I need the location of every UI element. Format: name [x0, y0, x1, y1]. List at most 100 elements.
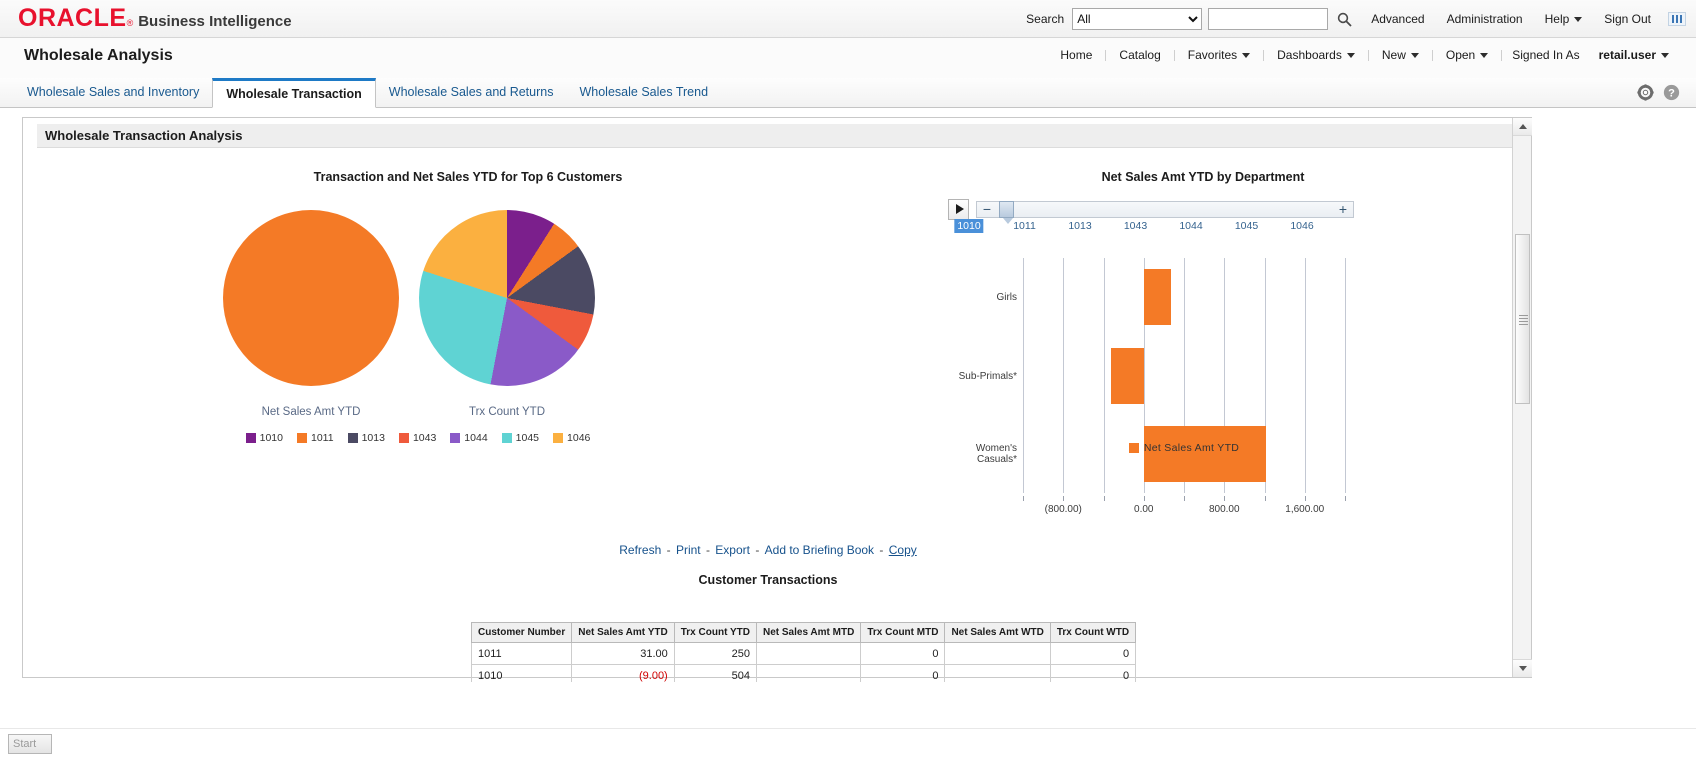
table-cell: 504: [673, 664, 758, 682]
slider-minus-button[interactable]: −: [980, 202, 994, 216]
table-column-header[interactable]: Net Sales Amt MTD: [755, 622, 862, 643]
bar-sub-primals[interactable]: [1110, 347, 1144, 404]
x-axis-tick: [1063, 496, 1065, 501]
play-icon[interactable]: [948, 198, 969, 220]
nav-dashboards[interactable]: Dashboards: [1264, 48, 1368, 62]
slider-tick-1013[interactable]: 1013: [1068, 220, 1091, 232]
scroll-down-button[interactable]: [1513, 659, 1532, 677]
oracle-trademark-icon: ®: [126, 18, 134, 28]
legend-item[interactable]: 1013: [347, 432, 385, 444]
legend-item[interactable]: 1045: [501, 432, 539, 444]
tab-wholesale-transaction[interactable]: Wholesale Transaction: [212, 78, 376, 108]
signed-in-user-menu[interactable]: retail.user: [1580, 48, 1682, 62]
search-input[interactable]: [1208, 8, 1329, 30]
panel-vertical-scrollbar[interactable]: [1512, 118, 1532, 677]
x-axis-label: (800.00): [1044, 504, 1082, 515]
slider-plus-button[interactable]: +: [1336, 202, 1350, 216]
chevron-down-icon: [1410, 53, 1419, 59]
sign-out-link[interactable]: Sign Out: [1593, 12, 1662, 26]
pie-chart-legend: 1010 1011 1013 1043 1044 1045 1046: [23, 432, 813, 444]
bar-category-label: Sub-Primals*: [958, 370, 1017, 382]
table-column-header[interactable]: Trx Count MTD: [860, 622, 946, 643]
search-label: Search: [1026, 12, 1065, 26]
scroll-grip-icon: [1519, 315, 1528, 325]
legend-item[interactable]: 1011: [296, 432, 334, 444]
nav-favorites[interactable]: Favorites: [1175, 48, 1263, 62]
table-column-header[interactable]: Net Sales Amt YTD: [571, 622, 675, 643]
table-title: Customer Transactions: [698, 573, 838, 587]
legend-item[interactable]: 1010: [245, 432, 283, 444]
help-menu[interactable]: Help: [1534, 12, 1594, 26]
legend-item[interactable]: 1043: [398, 432, 437, 444]
table-column-header[interactable]: Trx Count WTD: [1049, 622, 1137, 643]
slider-tick-1045[interactable]: 1045: [1235, 220, 1258, 232]
slider-tick-1010[interactable]: 1010: [954, 219, 984, 233]
department-slider[interactable]: − +: [976, 200, 1354, 224]
dashboard-content-panel: Wholesale Transaction Analysis Transacti…: [22, 117, 1532, 682]
pie-chart-canvas: Net Sales Amt YTD Trx Count YTD 1010 1011…: [23, 210, 913, 444]
action-link-print[interactable]: Print: [676, 543, 701, 557]
help-circle-icon[interactable]: ?: [1663, 84, 1680, 101]
chevron-down-icon: [1661, 53, 1669, 59]
slider-tick-1046[interactable]: 1046: [1290, 220, 1313, 232]
gridline: [1103, 258, 1105, 493]
legend-label: 1043: [412, 432, 437, 444]
global-header: ORACLE ® Business Intelligence Search Al…: [0, 0, 1696, 38]
advanced-link[interactable]: Advanced: [1360, 12, 1435, 26]
nav-open[interactable]: Open: [1433, 48, 1501, 62]
legend-swatch: [245, 433, 256, 443]
action-link-copy[interactable]: Copy: [889, 543, 917, 557]
table-column-header[interactable]: Customer Number: [470, 622, 573, 643]
department-slider-row: − +: [948, 198, 1483, 224]
section-header: Wholesale Transaction Analysis: [37, 124, 1523, 148]
pie-net-sales-amt-ytd[interactable]: [223, 210, 399, 386]
nav-new[interactable]: New: [1369, 48, 1432, 62]
nav-home[interactable]: Home: [1047, 48, 1105, 62]
search-icon[interactable]: [1332, 8, 1356, 30]
bar-girls[interactable]: [1143, 269, 1171, 326]
x-axis-tick: [1264, 496, 1266, 501]
pie-trx-count-ytd[interactable]: [419, 210, 595, 386]
tab-wholesale-sales-and-returns[interactable]: Wholesale Sales and Returns: [376, 78, 567, 107]
action-link-add-to-briefing-book[interactable]: Add to Briefing Book: [765, 543, 874, 557]
slider-tick-1011[interactable]: 1011: [1013, 220, 1036, 232]
desktop-taskbar: Start: [0, 728, 1696, 760]
slider-thumb[interactable]: [999, 200, 1014, 224]
legend-swatch: [296, 433, 307, 443]
tab-wholesale-sales-and-inventory[interactable]: Wholesale Sales and Inventory: [14, 78, 212, 107]
action-link-separator: -: [663, 543, 674, 557]
table-row[interactable]: 1010 (9.00) 504 0 0: [470, 664, 1137, 682]
search-scope-select[interactable]: All: [1072, 8, 1203, 30]
signed-in-label: Signed In As: [1512, 48, 1580, 62]
oracle-logo: ORACLE ® Business Intelligence: [18, 6, 292, 31]
administration-link[interactable]: Administration: [1436, 12, 1534, 26]
scroll-thumb[interactable]: [1515, 234, 1530, 404]
x-axis-label: 1,600.00: [1285, 504, 1325, 515]
table-row[interactable]: 1011 31.00 250 0 0: [470, 642, 1137, 665]
action-link-refresh[interactable]: Refresh: [619, 543, 661, 557]
x-axis-tick: [1023, 496, 1024, 501]
start-button[interactable]: Start: [8, 734, 52, 754]
signed-in-user: retail.user: [1598, 48, 1656, 62]
legend-item[interactable]: 1044: [450, 432, 488, 444]
gear-icon[interactable]: [1637, 84, 1654, 101]
legend-item[interactable]: 1046: [553, 432, 590, 444]
action-link-export[interactable]: Export: [715, 543, 750, 557]
bar-plot-area: Girls Sub-Primals* Women's Casuals* (800.00)…: [959, 258, 1346, 515]
x-axis-tick: [1304, 496, 1306, 501]
table-column-header[interactable]: Trx Count YTD: [673, 622, 758, 643]
nav-catalog[interactable]: Catalog: [1106, 48, 1173, 62]
grid-icon[interactable]: [1668, 12, 1686, 26]
table-cell: 0: [1049, 642, 1137, 665]
table-header-row: Customer Number Net Sales Amt YTD Trx Coun…: [470, 622, 1137, 643]
scroll-up-button[interactable]: [1513, 118, 1532, 136]
table-cell: (9.00): [571, 664, 675, 682]
action-link-separator: -: [751, 543, 763, 557]
pie-chart-title: Transaction and Net Sales YTD for Top 6 …: [313, 170, 623, 184]
slider-tick-1043[interactable]: 1043: [1124, 220, 1147, 232]
slider-tick-1044[interactable]: 1044: [1179, 220, 1202, 232]
tab-wholesale-sales-trend[interactable]: Wholesale Sales Trend: [566, 78, 721, 107]
table-cell: 1010: [470, 664, 573, 682]
section-title: Wholesale Transaction Analysis: [45, 128, 243, 143]
table-column-header[interactable]: Net Sales Amt WTD: [944, 622, 1051, 643]
